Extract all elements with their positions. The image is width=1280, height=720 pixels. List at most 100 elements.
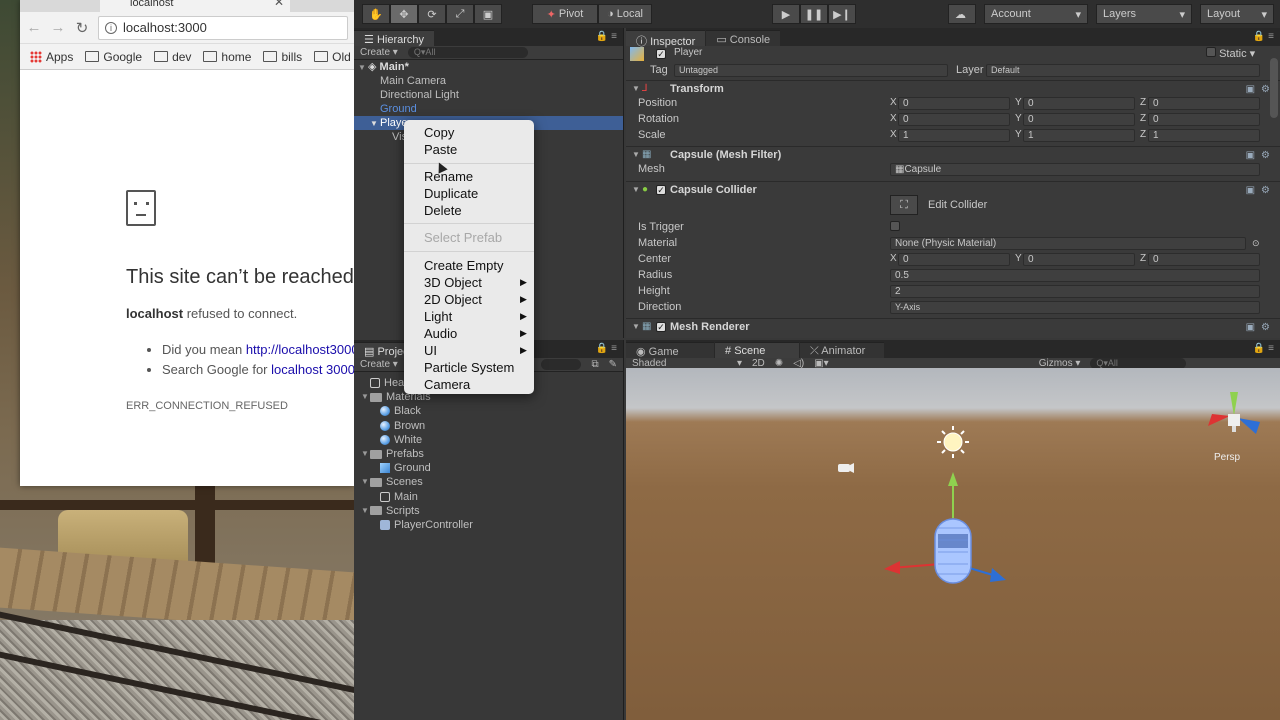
filter-icon[interactable]: ⧉ <box>591 359 598 370</box>
axis-label-x[interactable]: X <box>890 97 897 108</box>
menu-item-rename[interactable]: Rename <box>424 168 473 185</box>
gear-icon[interactable]: ⚙ <box>1261 185 1270 196</box>
mesh-renderer-header[interactable]: ▼ ▦ ✓ Mesh Renderer ▣ ⚙ <box>626 318 1280 336</box>
project-item[interactable]: Black <box>354 404 623 418</box>
hierarchy-item-directional-light[interactable]: Directional Light <box>354 88 623 102</box>
active-checkbox[interactable]: ✓ <box>656 47 666 61</box>
axis-label-x[interactable]: X <box>890 129 897 140</box>
static-toggle[interactable]: Static ▾ <box>1206 47 1255 61</box>
orientation-gizmo[interactable] <box>1208 392 1260 434</box>
help-icon[interactable]: ▣ <box>1246 84 1255 95</box>
play-icon[interactable]: ▶ <box>772 4 800 24</box>
axis-label-z[interactable]: Z <box>1140 113 1146 124</box>
axis-label-y[interactable]: Y <box>1015 129 1022 140</box>
collapse-arrow-icon[interactable]: ▼ <box>632 322 640 331</box>
mesh-filter-header[interactable]: ▼ ▦ Capsule (Mesh Filter) ▣ ⚙ <box>626 146 1280 164</box>
material-field[interactable]: None (Physic Material) <box>890 237 1246 250</box>
vector-field-y[interactable]: 0 <box>1023 113 1135 126</box>
vector-field-z[interactable]: 1 <box>1148 129 1260 142</box>
menu-item-3d-object[interactable]: 3D Object <box>424 274 482 291</box>
directional-light-icon[interactable] <box>937 426 969 458</box>
forward-icon[interactable]: → <box>50 19 66 36</box>
expand-arrow-icon[interactable]: ▼ <box>360 390 370 404</box>
scene-viewport[interactable]: Persp <box>626 368 1280 720</box>
axis-label-y[interactable]: Y <box>1015 253 1022 264</box>
step-icon[interactable]: ▶❙ <box>828 4 856 24</box>
help-icon[interactable]: ▣ <box>1246 150 1255 161</box>
axis-label-y[interactable]: Y <box>1015 113 1022 124</box>
local-toggle[interactable]: ◑ Local <box>598 4 652 24</box>
gear-icon[interactable]: ⚙ <box>1261 150 1270 161</box>
browser-tab[interactable]: localhost <box>100 0 290 12</box>
suggestion-link[interactable]: http://localhost3000 <box>246 342 354 357</box>
axis-label-x[interactable]: X <box>890 113 897 124</box>
close-icon[interactable]: ✕ <box>274 0 284 9</box>
project-item[interactable]: ▼ Scenes <box>354 475 623 489</box>
project-item[interactable]: Brown <box>354 419 623 433</box>
direction-dropdown[interactable]: Y-Axis <box>890 301 1260 314</box>
component-settings[interactable]: ▣ ⚙ <box>1246 185 1270 196</box>
expand-arrow-icon[interactable]: ▼ <box>360 447 370 461</box>
object-name-field[interactable]: Player <box>670 47 1200 60</box>
persp-label[interactable]: Persp <box>1214 452 1241 463</box>
search-link[interactable]: localhost 3000 <box>271 362 354 377</box>
menu-item-ui[interactable]: UI <box>424 342 437 359</box>
edit-collider-button[interactable]: ⛶ Edit Collider <box>890 195 987 215</box>
project-item[interactable]: ▼ Scripts <box>354 504 623 518</box>
mesh-field[interactable]: ▦Capsule <box>890 163 1260 176</box>
tab-game[interactable]: ◉ Game <box>626 342 714 358</box>
reload-icon[interactable]: ↻ <box>74 19 90 37</box>
collapse-arrow-icon[interactable]: ▼ <box>632 84 640 93</box>
rotate-tool-icon[interactable]: ⟳ <box>418 4 446 24</box>
expand-arrow-icon[interactable]: ▼ <box>358 61 368 75</box>
project-item[interactable]: ▼ Prefabs <box>354 447 623 461</box>
tab-scene[interactable]: # Scene <box>715 342 799 358</box>
vector-field-x[interactable]: 0 <box>898 113 1010 126</box>
hierarchy-item-main-camera[interactable]: Main Camera <box>354 74 623 88</box>
project-item[interactable]: White <box>354 433 623 447</box>
vector-field-x[interactable]: 1 <box>898 129 1010 142</box>
help-icon[interactable]: ▣ <box>1246 185 1255 196</box>
vector-field-x[interactable]: 0 <box>898 253 1010 266</box>
collider-enabled-checkbox[interactable]: ✓ <box>656 185 666 195</box>
bookmark-dev[interactable]: dev <box>154 50 191 64</box>
tab-hierarchy[interactable]: ☰ Hierarchy <box>354 30 435 46</box>
component-settings[interactable]: ▣ ⚙ <box>1246 84 1270 95</box>
bookmark-apps[interactable]: Apps <box>30 50 73 64</box>
lock-icon[interactable]: 🔒 ≡ <box>1253 31 1274 42</box>
transform-header[interactable]: ▼ ⅃ Transform ▣ ⚙ <box>626 80 1280 98</box>
axis-label-z[interactable]: Z <box>1140 253 1146 264</box>
collapse-arrow-icon[interactable]: ▼ <box>632 185 640 194</box>
object-picker-icon[interactable]: ⊙ <box>1252 236 1260 250</box>
tag-dropdown[interactable]: Untagged <box>674 64 948 77</box>
cloud-icon[interactable]: ☁ <box>948 4 976 24</box>
vector-field-x[interactable]: 0 <box>898 97 1010 110</box>
pause-icon[interactable]: ❚❚ <box>800 4 828 24</box>
project-item[interactable]: PlayerController <box>354 518 623 532</box>
gear-icon[interactable]: ⚙ <box>1261 84 1270 95</box>
tab-console[interactable]: ▭ Console <box>706 30 781 46</box>
menu-item-particle-system[interactable]: Particle System <box>424 359 514 376</box>
height-field[interactable]: 2 <box>890 285 1260 298</box>
label-icon[interactable]: ✎ <box>609 359 617 370</box>
axis-label-z[interactable]: Z <box>1140 97 1146 108</box>
tab-animator[interactable]: ⤫ Animator <box>800 342 884 358</box>
expand-arrow-icon[interactable]: ▼ <box>360 504 370 518</box>
collapse-arrow-icon[interactable]: ▼ <box>632 150 640 159</box>
menu-item-audio[interactable]: Audio <box>424 325 457 342</box>
move-tool-icon[interactable]: ✥ <box>390 4 418 24</box>
address-bar[interactable]: i localhost:3000 <box>98 15 348 40</box>
bookmark-old[interactable]: Old <box>314 50 351 64</box>
expand-arrow-icon[interactable]: ▼ <box>360 475 370 489</box>
vector-field-z[interactable]: 0 <box>1148 113 1260 126</box>
vector-field-y[interactable]: 0 <box>1023 253 1135 266</box>
menu-item-delete[interactable]: Delete <box>424 202 462 219</box>
project-item[interactable]: Ground <box>354 461 623 475</box>
hierarchy-search[interactable]: Q▾All <box>407 47 528 58</box>
camera-icon[interactable] <box>838 463 854 473</box>
hand-tool-icon[interactable]: ✋ <box>362 4 390 24</box>
capsule-collider-header[interactable]: ▼ ● ✓ Capsule Collider ▣ ⚙ <box>626 181 1280 199</box>
vector-field-z[interactable]: 0 <box>1148 253 1260 266</box>
gear-icon[interactable]: ⚙ <box>1261 322 1270 333</box>
radius-field[interactable]: 0.5 <box>890 269 1260 282</box>
